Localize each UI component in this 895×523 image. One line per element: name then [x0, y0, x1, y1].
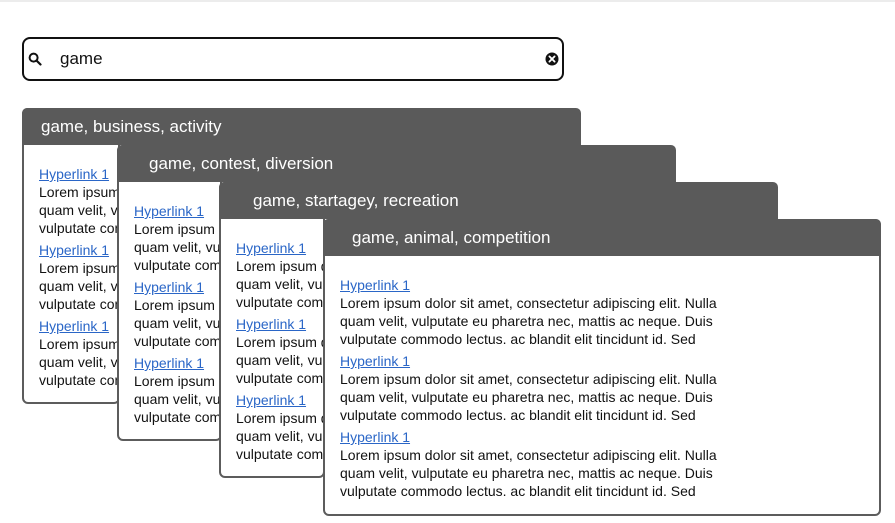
list-item: Hyperlink 1 Lorem ipsum dolor sit amet, …	[236, 239, 326, 311]
clear-icon[interactable]	[545, 52, 559, 66]
hyperlink[interactable]: Hyperlink 1	[39, 317, 121, 335]
description-line: vulputate commodo lectus. ac blandit eli…	[134, 409, 223, 425]
result-card: game, startagey, recreation Hyperlink 1 …	[219, 182, 778, 478]
description-line: quam velit, vulputate eu pharetra nec, m…	[236, 276, 326, 292]
search-input[interactable]	[60, 45, 530, 73]
description-line: Lorem ipsum dolor sit amet, consectetur …	[39, 260, 121, 276]
description-line: vulputate commodo lectus. ac blandit eli…	[340, 331, 696, 347]
list-item: Hyperlink 1 Lorem ipsum dolor sit amet, …	[340, 352, 760, 424]
list-item: Hyperlink 1 Lorem ipsum dolor sit amet, …	[39, 241, 121, 313]
list-item: Hyperlink 1 Lorem ipsum dolor sit amet, …	[39, 165, 121, 237]
list-item: Hyperlink 1 Lorem ipsum dolor sit amet, …	[134, 354, 223, 426]
description-line: vulputate commodo lectus. ac blandit eli…	[236, 446, 326, 462]
card-body: Hyperlink 1 Lorem ipsum dolor sit amet, …	[39, 165, 121, 395]
description-line: vulputate commodo lectus. ac blandit eli…	[39, 220, 121, 236]
description-line: vulputate commodo lectus. ac blandit eli…	[39, 372, 121, 388]
description-line: quam velit, vulputate eu pharetra nec, m…	[340, 313, 713, 329]
card-body: Hyperlink 1 Lorem ipsum dolor sit amet, …	[236, 239, 326, 469]
description-line: quam velit, vulputate eu pharetra nec, m…	[340, 465, 713, 481]
description-line: Lorem ipsum dolor sit amet, consectetur …	[340, 371, 717, 387]
description-line: vulputate commodo lectus. ac blandit eli…	[134, 257, 223, 273]
description-line: quam velit, vulputate eu pharetra nec, m…	[236, 352, 326, 368]
hyperlink[interactable]: Hyperlink 1	[134, 278, 223, 296]
description-line: quam velit, vulputate eu pharetra nec, m…	[236, 428, 326, 444]
description-line: vulputate commodo lectus. ac blandit eli…	[340, 483, 696, 499]
hyperlink[interactable]: Hyperlink 1	[236, 239, 326, 257]
card-title[interactable]: game, business, activity	[22, 108, 581, 145]
description-line: quam velit, vulputate eu pharetra nec, m…	[134, 391, 223, 407]
card-body: Hyperlink 1 Lorem ipsum dolor sit amet, …	[134, 202, 223, 432]
description-line: quam velit, vulputate eu pharetra nec, m…	[39, 202, 121, 218]
description-line: Lorem ipsum dolor sit amet, consectetur …	[134, 373, 223, 389]
description-line: vulputate commodo lectus. ac blandit eli…	[340, 407, 696, 423]
hyperlink[interactable]: Hyperlink 1	[236, 391, 326, 409]
list-item: Hyperlink 1 Lorem ipsum dolor sit amet, …	[134, 202, 223, 274]
description-line: Lorem ipsum dolor sit amet, consectetur …	[236, 334, 326, 350]
result-card: game, animal, competition Hyperlink 1 Lo…	[323, 219, 881, 516]
hyperlink[interactable]: Hyperlink 1	[39, 241, 121, 259]
search-box	[22, 37, 564, 81]
description-line: Lorem ipsum dolor sit amet, consectetur …	[39, 336, 121, 352]
result-card: game, business, activity Hyperlink 1 Lor…	[22, 108, 581, 404]
description-line: vulputate commodo lectus. ac blandit eli…	[236, 294, 326, 310]
top-divider	[0, 0, 895, 2]
card-title[interactable]: game, startagey, recreation	[219, 182, 778, 219]
description-line: Lorem ipsum dolor sit amet, consectetur …	[134, 297, 223, 313]
list-item: Hyperlink 1 Lorem ipsum dolor sit amet, …	[340, 276, 760, 348]
hyperlink[interactable]: Hyperlink 1	[134, 202, 223, 220]
description-line: vulputate commodo lectus. ac blandit eli…	[134, 333, 223, 349]
list-item: Hyperlink 1 Lorem ipsum dolor sit amet, …	[134, 278, 223, 350]
list-item: Hyperlink 1 Lorem ipsum dolor sit amet, …	[340, 428, 760, 500]
description-line: quam velit, vulputate eu pharetra nec, m…	[39, 278, 121, 294]
hyperlink[interactable]: Hyperlink 1	[340, 352, 760, 370]
card-body: Hyperlink 1 Lorem ipsum dolor sit amet, …	[340, 276, 760, 506]
card-title[interactable]: game, animal, competition	[323, 219, 881, 256]
description-line: quam velit, vulputate eu pharetra nec, m…	[134, 315, 223, 331]
description-line: Lorem ipsum dolor sit amet, consectetur …	[39, 184, 121, 200]
list-item: Hyperlink 1 Lorem ipsum dolor sit amet, …	[236, 315, 326, 387]
description-line: quam velit, vulputate eu pharetra nec, m…	[340, 389, 713, 405]
description-line: Lorem ipsum dolor sit amet, consectetur …	[236, 258, 326, 274]
list-item: Hyperlink 1 Lorem ipsum dolor sit amet, …	[39, 317, 121, 389]
hyperlink[interactable]: Hyperlink 1	[236, 315, 326, 333]
description-line: quam velit, vulputate eu pharetra nec, m…	[134, 239, 223, 255]
card-title[interactable]: game, contest, diversion	[117, 145, 676, 182]
hyperlink[interactable]: Hyperlink 1	[340, 428, 760, 446]
description-line: vulputate commodo lectus. ac blandit eli…	[236, 370, 326, 386]
description-line: vulputate commodo lectus. ac blandit eli…	[39, 296, 121, 312]
result-card: game, contest, diversion Hyperlink 1 Lor…	[117, 145, 676, 441]
description-line: Lorem ipsum dolor sit amet, consectetur …	[340, 447, 717, 463]
list-item: Hyperlink 1 Lorem ipsum dolor sit amet, …	[236, 391, 326, 463]
description-line: Lorem ipsum dolor sit amet, consectetur …	[236, 410, 326, 426]
hyperlink[interactable]: Hyperlink 1	[134, 354, 223, 372]
hyperlink[interactable]: Hyperlink 1	[39, 165, 121, 183]
hyperlink[interactable]: Hyperlink 1	[340, 276, 760, 294]
description-line: Lorem ipsum dolor sit amet, consectetur …	[134, 221, 223, 237]
description-line: Lorem ipsum dolor sit amet, consectetur …	[340, 295, 717, 311]
search-icon	[28, 52, 42, 66]
description-line: quam velit, vulputate eu pharetra nec, m…	[39, 354, 121, 370]
